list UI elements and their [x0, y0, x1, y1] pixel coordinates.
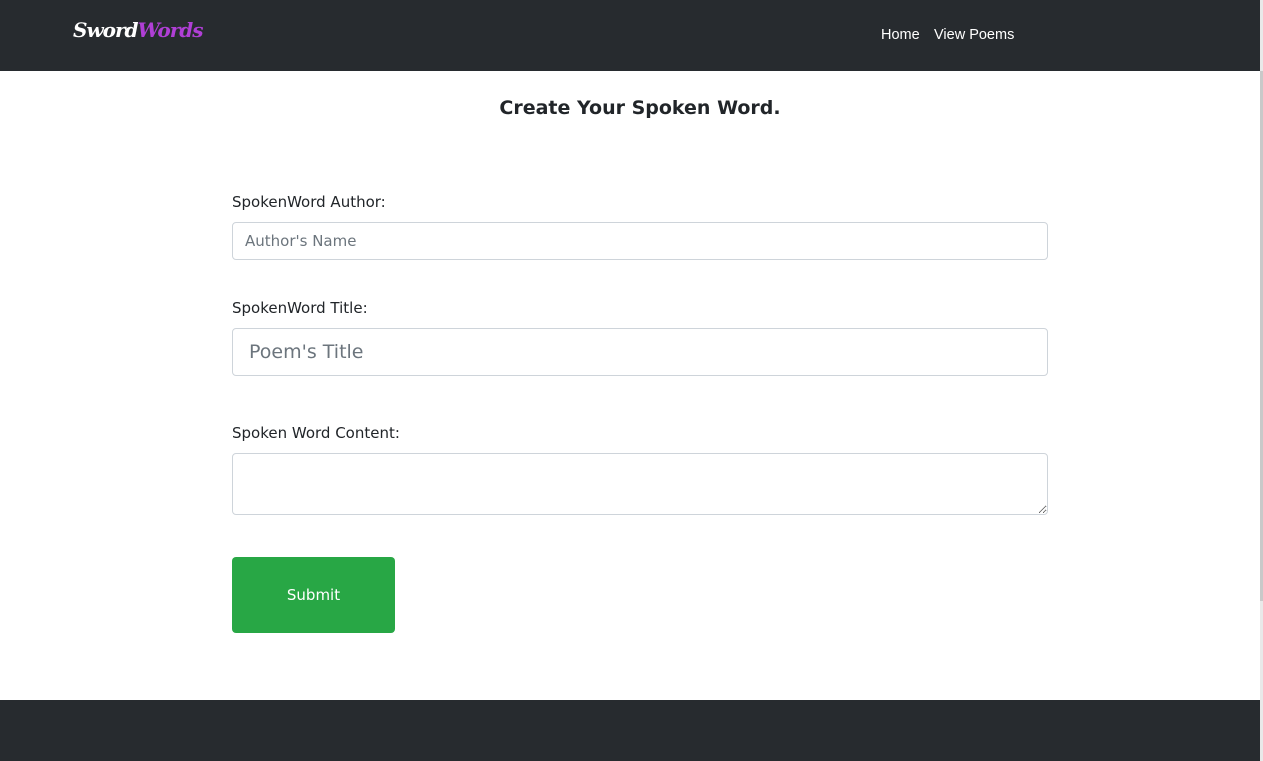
brand-part-2: Words: [137, 18, 204, 42]
page-title: Create Your Spoken Word.: [499, 97, 781, 119]
content-textarea[interactable]: [232, 453, 1048, 515]
title-label: SpokenWord Title:: [232, 299, 368, 317]
submit-button[interactable]: Submit: [232, 557, 395, 633]
nav-home-link[interactable]: Home: [881, 27, 920, 43]
page: SwordWords Home View Poems Create Your S…: [0, 0, 1263, 761]
brand-logo[interactable]: SwordWords: [73, 18, 204, 42]
title-input[interactable]: [232, 328, 1048, 376]
navbar: SwordWords Home View Poems: [0, 0, 1260, 71]
content-label: Spoken Word Content:: [232, 424, 400, 442]
author-label: SpokenWord Author:: [232, 193, 386, 211]
nav-view-poems-link[interactable]: View Poems: [934, 27, 1014, 43]
brand-part-1: Sword: [73, 18, 139, 42]
footer: [0, 700, 1260, 761]
author-input[interactable]: [232, 222, 1048, 260]
